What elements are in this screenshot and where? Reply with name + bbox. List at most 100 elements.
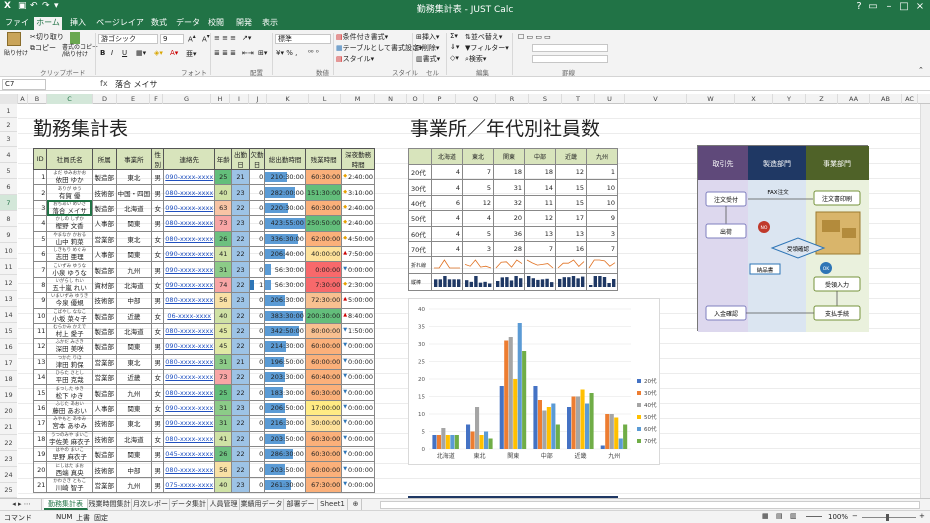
select-all-corner[interactable] — [0, 94, 18, 104]
cell-night[interactable]: ▼ 0:00:00 — [341, 461, 375, 478]
col-total[interactable]: 総出勤時間 — [264, 148, 306, 170]
cell-age[interactable]: 26 — [214, 230, 233, 247]
column-header[interactable]: I — [230, 94, 249, 104]
sheet-tab[interactable]: 勤務集計表 — [44, 499, 88, 510]
cell-overtime[interactable]: 60:30:00 — [304, 384, 343, 401]
cell-name[interactable]: しきもり めぐみ 志田 亜理 — [46, 245, 93, 263]
office-cell[interactable]: 11 — [524, 194, 556, 212]
cell-total[interactable]: 196:50:00 — [264, 353, 306, 371]
tab-insert[interactable]: 挿入 — [66, 17, 90, 30]
cell-overtime[interactable]: 30:00:00 — [304, 415, 343, 432]
cell-total[interactable]: 383:30:00 — [264, 307, 306, 324]
office-cell[interactable]: 18 — [524, 163, 556, 181]
tab-formulas[interactable]: 数式 — [148, 17, 170, 30]
cell-overtime[interactable]: 60:00:00 — [304, 338, 343, 355]
column-header[interactable]: AC — [902, 94, 918, 104]
cell-total[interactable]: 203:50:00 — [264, 430, 306, 448]
cell-sex[interactable]: 男 — [151, 168, 165, 186]
row-header[interactable]: 16 — [0, 339, 17, 355]
cell-overtime[interactable]: 60:00:00 — [304, 353, 343, 371]
cell-night[interactable]: ◆ 2:40:00 — [341, 199, 375, 217]
table-row[interactable]: 19 はやの まいこ 早野 麻衣子 製造部 関東男 045-xxxx-xxxx 26 22 0 2… — [32, 446, 375, 463]
cell-age[interactable]: 41 — [214, 245, 233, 263]
cell-tel[interactable]: 090-xxxx-xxxx — [163, 168, 216, 186]
cell-office[interactable]: 北海道 — [115, 322, 153, 340]
cell-name[interactable]: よだ ゆみおかお 依田 ゆか — [46, 168, 93, 186]
row-header[interactable]: 4 — [0, 147, 17, 163]
cell-workdays[interactable]: 22 — [231, 230, 250, 247]
cell-office[interactable]: 関東 — [115, 399, 153, 417]
cell-absent[interactable]: 0 — [248, 461, 266, 478]
cell-age[interactable]: 56 — [214, 292, 233, 309]
column-header[interactable]: G — [163, 94, 211, 104]
col-sex[interactable]: 性別 — [151, 148, 165, 170]
sheet-tab[interactable]: データ集計 — [170, 499, 208, 510]
cell-overtime[interactable]: 40:00:00 — [304, 245, 343, 263]
table-row[interactable]: 2 ありが ゆう 有賀 優技術部 中国・四国男 080-xxxx-xxxx 40 23 0 28… — [32, 184, 375, 201]
cell-name[interactable]: つかた りほ 津田 莉保 — [46, 353, 93, 371]
col-id[interactable]: ID — [32, 148, 48, 170]
table-row[interactable]: 5 やまなか かおる 山中 莉菜 営業部 東北女 080-xxxx-xxxx 26 22 0 33… — [32, 230, 375, 247]
cell-absent[interactable]: 0 — [248, 245, 266, 263]
name-box[interactable]: C7 — [2, 79, 46, 90]
delete-cells-button[interactable]: ⊟削除▾ — [416, 43, 439, 53]
cell-office[interactable]: 中部 — [115, 292, 153, 309]
table-row[interactable]: 16 ふじた あおい 藤田 あおい 人事部 関東女 090-xxxx-xxxx 31 23 0 2… — [32, 399, 375, 417]
cell-absent[interactable]: 0 — [248, 215, 266, 232]
cell-absent[interactable]: 0 — [248, 322, 266, 340]
office-cell[interactable]: 15 — [555, 179, 587, 196]
cell-workdays[interactable]: 22 — [231, 369, 250, 386]
tab-file[interactable]: ファイル — [2, 17, 32, 39]
row-header[interactable]: 10 — [0, 243, 17, 259]
cell-age[interactable]: 31 — [214, 399, 233, 417]
column-header[interactable]: E — [117, 94, 150, 104]
cell-overtime[interactable]: 200:30:00 — [304, 307, 343, 324]
cell-name[interactable]: こいずみ ゆうな 小泉 ゆうな — [46, 261, 93, 278]
office-cell[interactable]: 12 — [462, 194, 494, 212]
cell-dept[interactable]: 営業部 — [91, 369, 117, 386]
italic-button[interactable]: I — [111, 49, 113, 57]
cell-id[interactable]: 19 — [32, 446, 48, 463]
table-row[interactable]: 13 つかた りほ 津田 莉保 営業部 東北男 080-xxxx-xxxx 31 21 0 196… — [32, 353, 375, 371]
cell-night[interactable]: ▼ 0:00:00 — [341, 399, 375, 417]
cell-overtime[interactable]: 60:30:00 — [304, 446, 343, 463]
table-row[interactable]: 6 しきもり めぐみ 志田 亜理 人事部 関東女 090-xxxx-xxxx 41 22 0 20… — [32, 245, 375, 263]
cell-total[interactable]: 214:30:00 — [264, 338, 306, 355]
row-header[interactable]: 5 — [0, 163, 17, 179]
cell-night[interactable]: ▲ 7:50:00 — [341, 245, 375, 263]
cell-total[interactable]: 206:40:00 — [264, 245, 306, 263]
cell-absent[interactable]: 1 — [248, 276, 266, 294]
table-row[interactable]: 11 むらかみ かえで 村上 愛子 製造部 北海道女 080-xxxx-xxxx 45 22 0… — [32, 322, 375, 340]
office-cell[interactable]: 5 — [462, 225, 494, 242]
cell-id[interactable]: 14 — [32, 369, 48, 386]
cell-dept[interactable]: 製造部 — [91, 261, 117, 278]
column-header[interactable]: K — [267, 94, 309, 104]
office-cell[interactable]: 10 — [586, 179, 618, 196]
cell-overtime[interactable]: 7:30:00 — [304, 276, 343, 294]
column-header[interactable]: T — [562, 94, 595, 104]
cell-night[interactable]: ▼ 0:00:00 — [341, 430, 375, 448]
normal-view-icon[interactable]: ▦ — [762, 512, 769, 520]
font-name-select[interactable]: 游ゴシック — [98, 34, 158, 44]
cell-dept[interactable]: 営業部 — [91, 230, 117, 247]
cell-office[interactable]: 九州 — [115, 476, 153, 494]
office-row-label[interactable]: 40代 — [408, 194, 432, 212]
cell-name[interactable]: おちあい めいさ 落合 メイサ — [46, 199, 93, 217]
table-row[interactable]: 15 まつした ゆき 松下 ゆき 製造部 九州女 080-xxxx-xxxx 25 22 0 18… — [32, 384, 375, 401]
column-header[interactable]: AB — [870, 94, 902, 104]
row-header[interactable]: 14 — [0, 307, 17, 323]
cell-id[interactable]: 10 — [32, 307, 48, 324]
cell-office[interactable]: 中国・四国 — [115, 184, 153, 201]
cell-night[interactable]: ▲ 8:40:00 — [341, 307, 375, 324]
cell-absent[interactable]: 0 — [248, 476, 266, 494]
row-header[interactable]: 17 — [0, 355, 17, 371]
cell-sex[interactable]: 男 — [151, 184, 165, 201]
cell-total[interactable]: 342:50:00 — [264, 322, 306, 340]
office-cell[interactable]: 17 — [555, 210, 587, 227]
cell-sex[interactable]: 女 — [151, 430, 165, 448]
office-cell[interactable]: 12 — [555, 163, 587, 181]
align-left-icon[interactable]: ≣ ≣ ≣ — [214, 49, 236, 57]
line-width-select[interactable] — [532, 55, 608, 63]
cell-tel[interactable]: 080-xxxx-xxxx — [163, 184, 216, 201]
cell-age[interactable]: 40 — [214, 307, 233, 324]
